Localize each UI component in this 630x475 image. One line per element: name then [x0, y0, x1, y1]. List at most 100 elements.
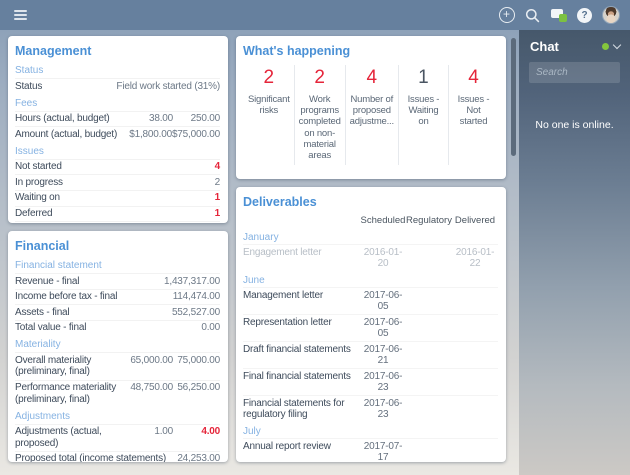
row-value: 2	[215, 177, 220, 189]
row-value: $1,800.00	[125, 129, 172, 141]
row-value: 1	[215, 208, 220, 220]
delivered-date: 2016-01-22	[452, 247, 498, 270]
chat-search-input[interactable]	[529, 62, 620, 83]
row-label: In progress	[15, 177, 215, 189]
stat-value: 2	[248, 67, 290, 89]
plus-icon: +	[499, 7, 515, 23]
row-value: 65,000.00	[126, 355, 173, 367]
table-row: Status Field work started (31%)	[15, 78, 220, 94]
financial-table: Financial statement Revenue - final 1,43…	[8, 256, 228, 462]
stat-issues-not-started: 4 Issues - Not started	[448, 65, 498, 165]
stats-row: 2 Significant risks 2 Work programs comp…	[236, 61, 506, 173]
help-button[interactable]: ?	[576, 7, 593, 24]
scheduled-date: 2017-06-05	[360, 317, 406, 340]
chat-title: Chat	[530, 39, 559, 54]
stat-value: 4	[453, 67, 494, 89]
row-value: 250.00	[173, 113, 220, 125]
row-value: $75,000.00	[172, 129, 220, 141]
table-row: Income before tax - final 114,474.00	[15, 289, 220, 305]
deliverable-row: Representation letter 2017-06-05	[243, 314, 498, 341]
stat-value: 4	[350, 67, 394, 89]
stat-label: Issues - Not started	[453, 94, 494, 128]
stat-label: Issues - Waiting on	[403, 94, 444, 128]
user-avatar[interactable]	[602, 6, 620, 24]
row-value: 24,253.00	[177, 453, 220, 462]
deliverable-row: Annual report review 2017-07-17	[243, 438, 498, 462]
row-label: Assets - final	[15, 307, 172, 319]
row-label: Status	[15, 81, 116, 93]
deliverable-name: Management letter	[243, 290, 360, 302]
stat-proposed-adjustments: 4 Number of proposed adjustme...	[345, 65, 398, 165]
month-header-july: July	[243, 422, 498, 438]
management-card: Management Status Status Field work star…	[8, 36, 228, 223]
table-row: Proposed total (income statements) 24,25…	[15, 451, 220, 462]
section-header-status: Status	[15, 61, 220, 78]
table-row: Waiting on 1	[15, 190, 220, 206]
chat-search-wrap	[529, 62, 620, 83]
question-icon: ?	[577, 8, 592, 23]
chat-sidebar: Chat No one is online.	[519, 30, 630, 475]
row-value: 48,750.00	[126, 382, 173, 394]
add-button[interactable]: +	[498, 7, 515, 24]
month-header-june: June	[243, 271, 498, 287]
row-value: 0.00	[201, 322, 220, 334]
scheduled-date: 2017-06-23	[360, 398, 406, 421]
stat-value: 2	[299, 67, 341, 89]
deliverable-row: Final financial statements 2017-06-23	[243, 368, 498, 395]
section-header-fees: Fees	[15, 94, 220, 111]
row-label: Revenue - final	[15, 276, 164, 288]
column-header-delivered: Delivered	[452, 215, 498, 226]
table-row: Adjustments (actual, proposed) 1.00 4.00	[15, 424, 220, 451]
scheduled-date: 2017-06-05	[360, 290, 406, 313]
table-row: Hours (actual, budget) 38.00 250.00	[15, 111, 220, 127]
row-value: 1.00	[126, 426, 173, 438]
table-row: Not started 4	[15, 159, 220, 175]
search-button[interactable]	[524, 7, 541, 24]
row-label: Total value - final	[15, 322, 201, 334]
table-row: Revenue - final 1,437,317.00	[15, 273, 220, 289]
row-value: 552,527.00	[172, 307, 220, 319]
deliverable-name: Annual report review	[243, 441, 360, 453]
row-label: Proposed total (income statements)	[15, 453, 177, 462]
stat-work-programs: 2 Work programs completed on non-materia…	[294, 65, 345, 165]
online-status-icon	[602, 43, 609, 50]
column-header-scheduled: Scheduled	[360, 215, 406, 226]
deliverables-card: Deliverables Scheduled Regulatory Delive…	[236, 187, 506, 462]
chevron-down-icon[interactable]	[613, 41, 621, 49]
scheduled-date: 2017-07-17	[360, 441, 406, 463]
stat-value: 1	[403, 67, 444, 89]
deliverables-column-headers: Scheduled Regulatory Delivered	[243, 212, 498, 228]
scheduled-date: 2017-06-23	[360, 371, 406, 394]
row-value: 38.00	[126, 113, 173, 125]
month-header-january: January	[243, 228, 498, 244]
table-row: Performance materiality (preliminary, fi…	[15, 380, 220, 407]
deliverable-row: Draft financial statements 2017-06-21	[243, 341, 498, 368]
vertical-scrollbar-thumb[interactable]	[511, 38, 516, 156]
deliverable-row: Financial statements for regulatory fili…	[243, 395, 498, 422]
table-row: Assets - final 552,527.00	[15, 304, 220, 320]
row-label: Hours (actual, budget)	[15, 113, 126, 125]
stat-label: Number of proposed adjustme...	[350, 94, 394, 128]
table-row: In progress 2	[15, 174, 220, 190]
financial-card: Financial Financial statement Revenue - …	[8, 231, 228, 462]
row-value: 75,000.00	[173, 355, 220, 367]
stat-issues-waiting: 1 Issues - Waiting on	[398, 65, 448, 165]
row-value: Field work started (31%)	[116, 81, 220, 93]
row-label: Adjustments (actual, proposed)	[15, 426, 126, 449]
search-icon	[525, 8, 540, 23]
chat-header[interactable]: Chat	[519, 30, 630, 61]
hamburger-menu-icon[interactable]	[14, 8, 27, 22]
row-label: Amount (actual, budget)	[15, 129, 125, 141]
row-value: 1,437,317.00	[164, 276, 220, 288]
card-title: Financial	[8, 231, 228, 256]
column-header-regulatory: Regulatory	[406, 215, 452, 226]
deliverable-name: Financial statements for regulatory fili…	[243, 398, 360, 421]
stat-label: Significant risks	[248, 94, 290, 116]
deliverable-name: Final financial statements	[243, 371, 360, 383]
table-row: Total value - final 0.00	[15, 320, 220, 336]
deliverable-row: Management letter 2017-06-05	[243, 287, 498, 314]
deliverable-name: Representation letter	[243, 317, 360, 329]
card-title: Deliverables	[236, 187, 506, 212]
messages-button[interactable]	[550, 7, 567, 24]
section-header-issues: Issues	[15, 142, 220, 159]
